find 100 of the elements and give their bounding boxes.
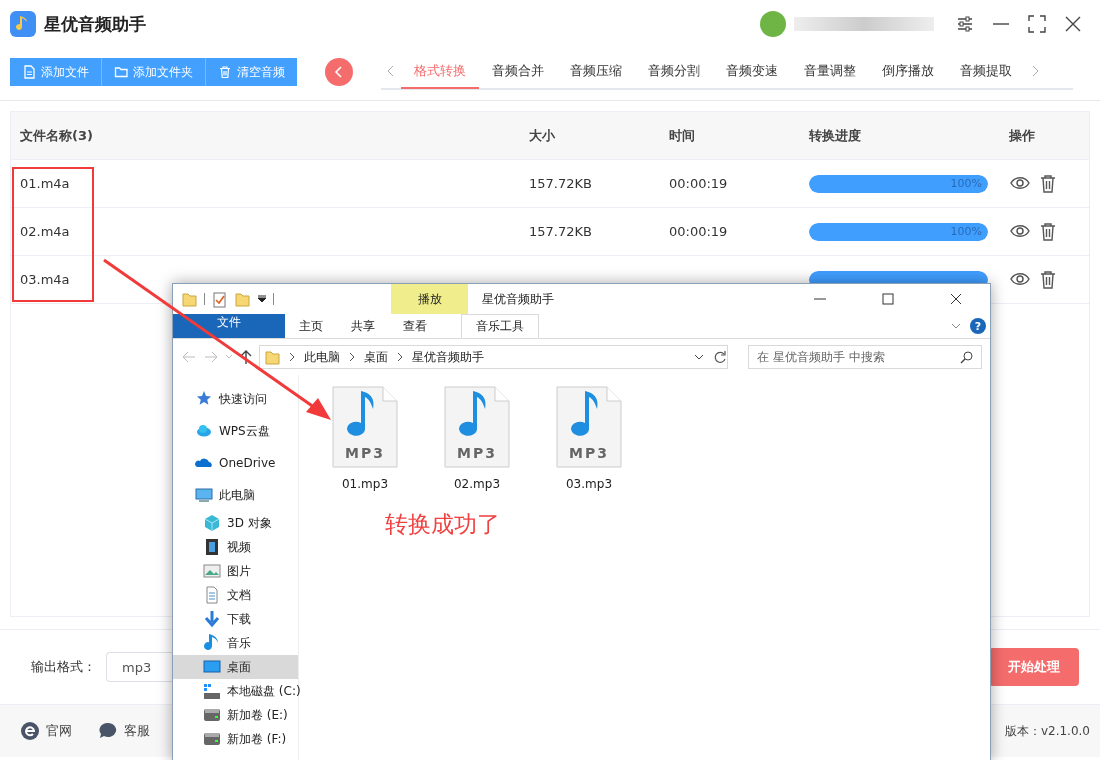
file-type-label: MP3 (456, 445, 498, 461)
ribbon-tab[interactable]: 查看 (389, 314, 441, 338)
film-icon (203, 538, 221, 556)
tab[interactable]: 音频变速 (713, 55, 791, 89)
avatar[interactable] (760, 11, 786, 37)
down-arrow-icon (203, 610, 221, 628)
document-icon (22, 65, 36, 79)
search-field[interactable]: 在 星优音频助手 中搜索 (748, 345, 982, 369)
footer-link[interactable]: 官网 (20, 721, 72, 741)
file-name[interactable]: 01.mp3 (342, 477, 388, 491)
path-segment[interactable]: 星优音频助手 (412, 348, 484, 366)
folder-icon (264, 348, 280, 366)
ribbon-tab[interactable]: 文件 (173, 314, 285, 338)
tab[interactable]: 音频合并 (479, 55, 557, 89)
version-text: 版本：v2.1.0.0 (1004, 722, 1090, 740)
chevron-right-icon (396, 352, 404, 362)
nav-item[interactable]: 此电脑 (173, 479, 298, 511)
folder-icon (114, 65, 128, 79)
chevron-right-icon (288, 352, 296, 362)
close-icon[interactable] (1064, 15, 1082, 33)
chevron-right-icon (348, 352, 356, 362)
tab[interactable]: 音量调整 (791, 55, 869, 89)
nav-item[interactable]: 图片 (173, 559, 298, 583)
ribbon-tab[interactable]: 主页 (285, 314, 337, 338)
music-note-icon (203, 634, 221, 652)
output-format-label: 输出格式： (31, 658, 96, 676)
path-segment[interactable]: 桌面 (364, 348, 388, 366)
trash-icon[interactable] (1039, 221, 1057, 242)
file-name[interactable]: 03.mp3 (566, 477, 612, 491)
annotation-text: 转换成功了 (385, 510, 500, 539)
context-tab-header: 播放 (391, 284, 468, 314)
file-page-icon (555, 385, 623, 469)
address-bar[interactable]: 此电脑 桌面 星优音频助手 (259, 345, 728, 369)
window-title: 星优音频助手 (481, 290, 555, 308)
nav-item[interactable]: 3D 对象 (173, 511, 298, 535)
nav-item[interactable]: 快速访问 (173, 383, 298, 415)
column-header: 时间 (669, 126, 696, 145)
document-icon (203, 586, 221, 604)
nav-item[interactable]: 文档 (173, 583, 298, 607)
cube-icon (203, 514, 221, 532)
monitor-icon (195, 486, 213, 504)
size-cell-text: 157.72KB (529, 224, 593, 239)
duration-cell-text: 00:00:19 (669, 224, 729, 239)
duration-cell-text: 00:00:19 (669, 176, 729, 191)
file-name-cell-text: 01.m4a (20, 176, 71, 191)
nav-item[interactable]: OneDrive (173, 447, 298, 479)
file-type-label: MP3 (568, 445, 610, 461)
ribbon-tab[interactable]: 音乐工具 (461, 314, 539, 338)
column-header: 操作 (1009, 126, 1036, 145)
column-header: 大小 (529, 126, 556, 145)
file-page-icon (443, 385, 511, 469)
trash-icon (218, 65, 232, 79)
nav-item[interactable]: 本地磁盘 (C:) (173, 679, 298, 703)
nav-item[interactable]: 新加卷 (F:) (173, 727, 298, 751)
size-cell-text: 157.72KB (529, 176, 593, 191)
nav-item[interactable]: 桌面 (173, 655, 298, 679)
tab[interactable]: 音频提取 (947, 55, 1025, 89)
mp3-file-icon[interactable]: MP3 (443, 385, 511, 469)
up-arrow-icon[interactable] (239, 349, 253, 365)
file-page-icon (331, 385, 399, 469)
nav-item[interactable]: WPS云盘 (173, 415, 298, 447)
mp3-file-icon[interactable]: MP3 (331, 385, 399, 469)
file-name-cell-text: 03.m4a (20, 272, 71, 287)
mp3-file-icon[interactable]: MP3 (555, 385, 623, 469)
disk-drive-icon (203, 706, 221, 724)
chevron-left-icon (334, 66, 344, 78)
settings-sliders-icon[interactable] (956, 15, 974, 33)
refresh-icon[interactable] (713, 350, 727, 364)
checklist-icon[interactable] (211, 290, 228, 308)
progress-reading: 100% (950, 177, 983, 190)
progress-reading: 100% (950, 225, 983, 238)
file-name[interactable]: 02.mp3 (454, 477, 500, 491)
chat-bubble-icon (98, 721, 118, 741)
nav-item[interactable]: 视频 (173, 535, 298, 559)
picture-icon (203, 562, 221, 580)
path-segment[interactable]: 此电脑 (304, 348, 340, 366)
help-button[interactable]: ? (970, 318, 986, 334)
trash-icon[interactable] (1039, 173, 1057, 194)
tab[interactable]: 倒序播放 (869, 55, 947, 89)
dropdown-icon[interactable] (257, 293, 267, 305)
column-header: 文件名称(3) (20, 126, 94, 145)
nav-item[interactable]: 下载 (173, 607, 298, 631)
tab[interactable]: 音频压缩 (557, 55, 635, 89)
ribbon-tab[interactable]: 共享 (337, 314, 389, 338)
nav-item[interactable]: 新加卷 (E:) (173, 703, 298, 727)
disk-drive-icon (203, 730, 221, 748)
file-type-label: MP3 (344, 445, 386, 461)
tab[interactable]: 音频分割 (635, 55, 713, 89)
file-name-cell-text: 02.m4a (20, 224, 71, 239)
desktop-icon (203, 658, 221, 676)
disk-drive-icon (203, 682, 221, 700)
column-header: 转换进度 (809, 126, 862, 145)
trash-icon[interactable] (1039, 269, 1057, 290)
collapse-button[interactable] (325, 58, 353, 86)
output-format-field[interactable]: mp3 (106, 652, 172, 682)
browser-icon (20, 721, 40, 741)
app-title: 星优音频助手 (44, 12, 147, 36)
footer-link[interactable]: 客服 (98, 721, 150, 741)
nav-item[interactable]: 音乐 (173, 631, 298, 655)
fullscreen-icon[interactable] (1028, 15, 1046, 33)
